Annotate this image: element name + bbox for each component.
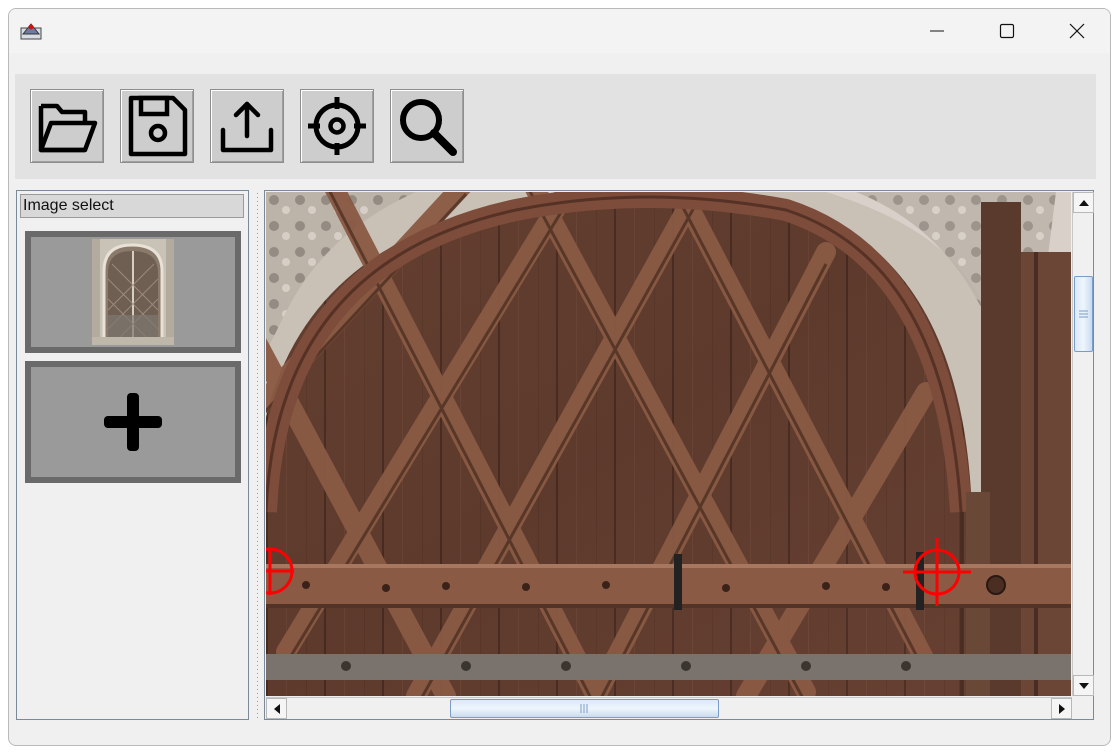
arrow-right-icon <box>1058 703 1065 714</box>
minimize-button[interactable] <box>902 9 972 53</box>
image-thumbnail-card[interactable] <box>25 231 241 353</box>
export-button[interactable] <box>210 89 284 163</box>
panel-title: Image select <box>20 194 244 218</box>
split-pane-divider[interactable] <box>252 192 262 719</box>
arrow-down-icon <box>1078 682 1089 689</box>
vertical-scrollbar[interactable] <box>1072 192 1094 696</box>
maximize-icon <box>999 23 1015 39</box>
title-bar[interactable] <box>9 9 1110 53</box>
door-thumbnail-image <box>92 239 174 345</box>
maximize-button[interactable] <box>972 9 1042 53</box>
upload-icon <box>220 101 274 153</box>
scroll-left-button[interactable] <box>266 698 287 719</box>
photo-of-wooden-door[interactable] <box>266 192 1071 696</box>
app-icon <box>19 18 43 42</box>
crosshair-icon <box>308 97 366 155</box>
close-button[interactable] <box>1042 9 1110 53</box>
image-viewer <box>264 190 1094 720</box>
magnifier-icon <box>400 99 457 156</box>
scroll-down-button[interactable] <box>1073 675 1094 696</box>
close-icon <box>1069 23 1085 39</box>
folder-open-icon <box>38 103 98 153</box>
target-button[interactable] <box>300 89 374 163</box>
floppy-disk-icon <box>128 95 188 157</box>
horizontal-scroll-thumb[interactable] <box>450 699 719 718</box>
open-button[interactable] <box>30 89 104 163</box>
scroll-up-button[interactable] <box>1073 192 1094 213</box>
save-button[interactable] <box>120 89 194 163</box>
minimize-icon <box>930 30 944 32</box>
add-image-button[interactable] <box>25 361 241 483</box>
toolbar <box>15 74 1096 179</box>
arrow-up-icon <box>1078 199 1089 206</box>
scroll-corner <box>1072 697 1093 718</box>
horizontal-scrollbar[interactable] <box>266 697 1072 719</box>
vertical-scroll-thumb[interactable] <box>1074 276 1093 352</box>
arrow-left-icon <box>273 703 280 714</box>
image-select-panel: Image select <box>16 190 249 720</box>
zoom-button[interactable] <box>390 89 464 163</box>
scroll-right-button[interactable] <box>1051 698 1072 719</box>
plus-icon <box>104 393 162 451</box>
main-window: Image select <box>8 8 1111 746</box>
